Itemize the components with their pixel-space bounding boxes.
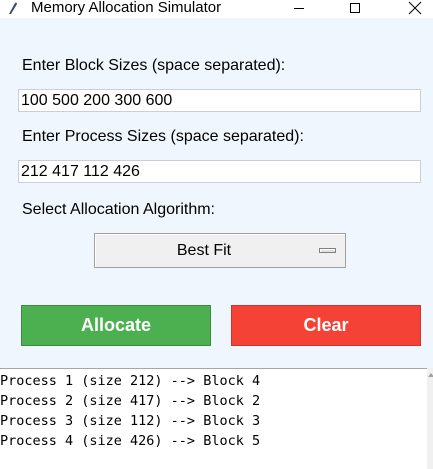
output-line: Process 3 (size 112) --> Block 3	[0, 413, 261, 429]
close-icon	[408, 1, 422, 14]
algorithm-label: Select Allocation Algorithm:	[22, 201, 215, 218]
minimize-icon	[294, 7, 304, 9]
output-text-area[interactable]: Process 1 (size 212) --> Block 4 Process…	[0, 368, 427, 469]
output-line: Process 1 (size 212) --> Block 4	[0, 373, 261, 389]
allocate-button[interactable]: Allocate	[21, 305, 211, 346]
algorithm-selected-value: Best Fit	[176, 242, 232, 259]
block-sizes-input[interactable]: 100 500 200 300 600	[18, 89, 421, 112]
output-scrollbar[interactable]	[427, 368, 433, 469]
title-bar[interactable]: Memory Allocation Simulator	[0, 0, 433, 18]
maximize-button[interactable]	[332, 0, 378, 18]
output-line: Process 4 (size 426) --> Block 5	[0, 433, 261, 449]
dropdown-indicator-icon	[319, 248, 336, 253]
algorithm-dropdown[interactable]: Best Fit	[94, 233, 346, 268]
process-sizes-input[interactable]: 212 417 112 426	[18, 160, 421, 183]
feather-icon	[6, 1, 20, 15]
minimize-button[interactable]	[276, 0, 322, 18]
block-sizes-label: Enter Block Sizes (space separated):	[22, 57, 286, 74]
maximize-icon	[350, 2, 360, 13]
clear-button[interactable]: Clear	[231, 305, 421, 346]
output-line: Process 2 (size 417) --> Block 2	[0, 393, 261, 409]
close-button[interactable]	[392, 0, 433, 18]
window-title: Memory Allocation Simulator	[31, 0, 222, 16]
main-panel: Enter Block Sizes (space separated): 100…	[0, 18, 433, 368]
scroll-up-arrow-icon[interactable]	[428, 373, 433, 377]
process-sizes-label: Enter Process Sizes (space separated):	[22, 128, 304, 145]
